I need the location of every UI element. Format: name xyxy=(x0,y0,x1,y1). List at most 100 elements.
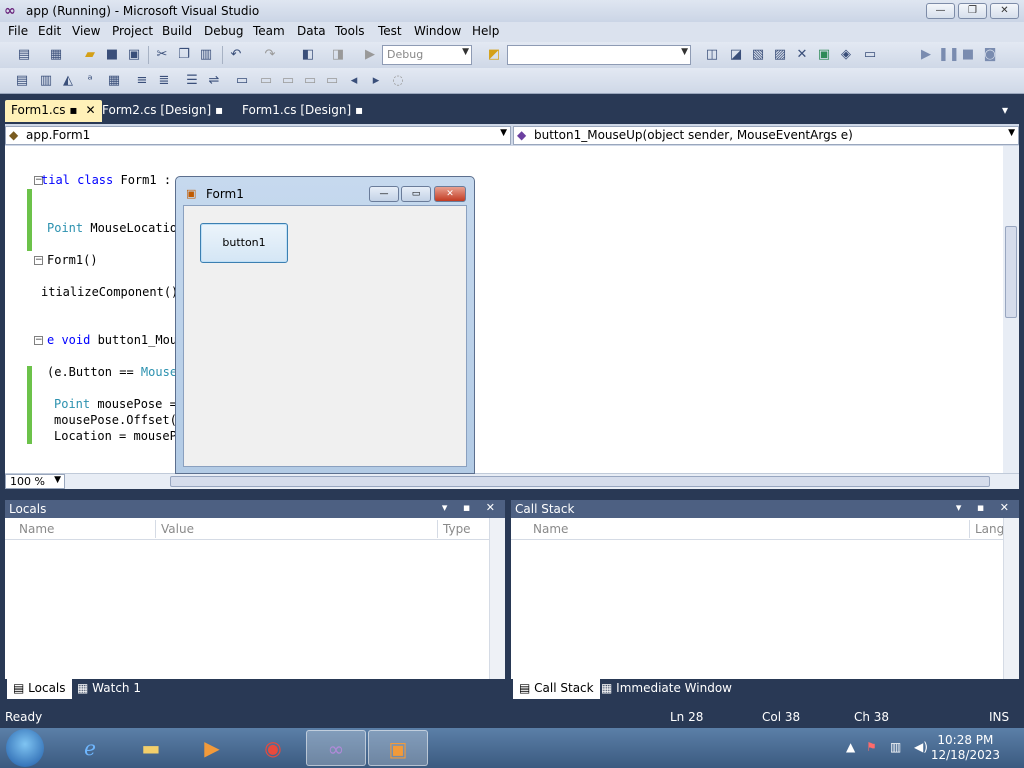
collapse-icon[interactable]: − xyxy=(34,336,43,345)
column-lang[interactable]: Lang xyxy=(975,522,1004,536)
panel-controls[interactable]: ▾ ▪ ✕ xyxy=(956,501,1015,514)
solution-explorer-icon[interactable]: ◫ xyxy=(704,47,720,63)
menu-view[interactable]: View xyxy=(72,24,100,38)
comment-icon[interactable]: ☰ xyxy=(184,73,200,89)
callstack-scrollbar[interactable] xyxy=(1003,518,1019,680)
tab-form1-cs[interactable]: Form1.cs ▪ ✕ xyxy=(5,100,102,122)
continue-icon[interactable]: ▶ xyxy=(918,47,934,63)
pause-icon[interactable]: ❚❚ xyxy=(938,47,960,63)
menu-tools[interactable]: Tools xyxy=(335,24,365,38)
collapse-icon[interactable]: − xyxy=(34,256,43,265)
bookmark-icon[interactable]: ▭ xyxy=(234,73,250,89)
undo-icon[interactable]: ↶ xyxy=(228,47,244,63)
start-page-icon[interactable]: ▣ xyxy=(816,47,832,63)
menu-file[interactable]: File xyxy=(8,24,28,38)
outdent-icon[interactable]: ≣ xyxy=(156,73,172,89)
close-tab-icon[interactable]: ✕ xyxy=(85,103,95,117)
tab-call-stack[interactable]: ▤ Call Stack xyxy=(513,679,600,699)
volume-icon[interactable]: ◀) xyxy=(914,740,928,754)
stop-icon[interactable]: ■ xyxy=(960,47,976,63)
column-value[interactable]: Value xyxy=(161,522,194,536)
quick-info-icon[interactable]: ◭ xyxy=(60,73,76,89)
uncomment-icon[interactable]: ⇌ xyxy=(206,73,222,89)
network-icon[interactable]: ▥ xyxy=(890,740,901,754)
close-button[interactable]: ✕ xyxy=(990,3,1019,19)
tab-watch1[interactable]: ▦ Watch 1 xyxy=(71,679,147,699)
tab-form2-design[interactable]: Form2.cs [Design] ▪ xyxy=(96,100,229,122)
toolbox-icon[interactable]: ▨ xyxy=(772,47,788,63)
code-editor[interactable]: − − − tial class Form1 : Point MouseLoca… xyxy=(5,146,1019,473)
media-player-icon[interactable]: ▶ xyxy=(182,730,242,766)
clear-bookmarks-icon[interactable]: ◌ xyxy=(390,73,406,89)
form-maximize-button[interactable]: ▭ xyxy=(401,186,431,202)
menu-test[interactable]: Test xyxy=(378,24,402,38)
menu-data[interactable]: Data xyxy=(297,24,326,38)
find-in-files-icon[interactable]: ◩ xyxy=(486,47,502,63)
save-icon[interactable]: ■ xyxy=(104,47,120,63)
cut-icon[interactable]: ✂ xyxy=(154,47,170,63)
running-app-taskbar-icon[interactable]: ▣ xyxy=(368,730,428,766)
type-combo[interactable]: ◆ app.Form1 ▼ xyxy=(5,126,511,145)
solution-config-combo[interactable]: Debug ▼ xyxy=(382,45,472,65)
form-close-button[interactable]: ✕ xyxy=(434,186,466,202)
tab-locals[interactable]: ▤ Locals xyxy=(7,679,72,699)
zoom-combo[interactable]: 100 % ▼ xyxy=(5,474,65,489)
internet-explorer-icon[interactable]: ℯ xyxy=(60,730,120,766)
tab-form1-design[interactable]: Form1.cs [Design] ▪ xyxy=(236,100,369,122)
locals-scrollbar[interactable] xyxy=(489,518,505,680)
restart-icon[interactable]: ◙ xyxy=(982,47,998,63)
paste-icon[interactable]: ▥ xyxy=(198,47,214,63)
next-bookmark-folder-icon[interactable]: ▭ xyxy=(324,73,340,89)
next-bookmark-icon[interactable]: ▭ xyxy=(280,73,296,89)
file-explorer-icon[interactable]: ▬ xyxy=(121,730,181,766)
menu-project[interactable]: Project xyxy=(112,24,153,38)
chrome-icon[interactable]: ◉ xyxy=(243,730,303,766)
action-center-icon[interactable]: ⚑ xyxy=(866,740,877,754)
menu-build[interactable]: Build xyxy=(162,24,192,38)
scroll-thumb[interactable] xyxy=(170,476,990,487)
extension-icon[interactable]: ◈ xyxy=(838,47,854,63)
next-bookmark-doc-icon[interactable]: ▸ xyxy=(368,73,384,89)
save-all-icon[interactable]: ▣ xyxy=(126,47,142,63)
menu-team[interactable]: Team xyxy=(253,24,285,38)
decrease-indent-icon[interactable]: ▦ xyxy=(106,73,122,89)
column-name[interactable]: Name xyxy=(19,522,54,536)
menu-edit[interactable]: Edit xyxy=(38,24,61,38)
indent-icon[interactable]: ≡ xyxy=(134,73,150,89)
copy-icon[interactable]: ❐ xyxy=(176,47,192,63)
editor-vertical-scrollbar[interactable] xyxy=(1003,146,1019,473)
complete-word-icon[interactable]: ᵃ xyxy=(82,73,98,89)
panel-controls[interactable]: ▾ ▪ ✕ xyxy=(442,501,501,514)
previous-bookmark-icon[interactable]: ▭ xyxy=(258,73,274,89)
display-object-member-list-icon[interactable]: ▤ xyxy=(14,73,30,89)
start-button[interactable] xyxy=(6,729,44,767)
start-debugging-icon[interactable]: ▶ xyxy=(362,47,378,63)
tab-immediate-window[interactable]: ▦ Immediate Window xyxy=(595,679,738,699)
member-combo[interactable]: ◆ button1_MouseUp(object sender, MouseEv… xyxy=(513,126,1019,145)
navigate-forward-icon[interactable]: ◨ xyxy=(330,47,346,63)
menu-help[interactable]: Help xyxy=(472,24,499,38)
visual-studio-taskbar-icon[interactable]: ∞ xyxy=(306,730,366,766)
tab-overflow-icon[interactable]: ▾ xyxy=(996,100,1014,122)
show-hidden-icons-icon[interactable]: ▲ xyxy=(846,740,855,754)
clock[interactable]: 10:28 PM 12/18/2023 xyxy=(931,733,1000,763)
navigate-backward-icon[interactable]: ◧ xyxy=(300,47,316,63)
scroll-thumb[interactable] xyxy=(1005,226,1017,318)
prev-bookmark-folder-icon[interactable]: ▭ xyxy=(302,73,318,89)
redo-icon[interactable]: ↷ xyxy=(262,47,278,63)
minimize-button[interactable]: — xyxy=(926,3,955,19)
window-layout-icon[interactable]: ▭ xyxy=(862,47,878,63)
find-combo[interactable]: ▼ xyxy=(507,45,691,65)
menu-debug[interactable]: Debug xyxy=(204,24,243,38)
editor-horizontal-scrollbar[interactable]: 100 % ▼ xyxy=(5,473,1019,489)
tools-icon[interactable]: ✕ xyxy=(794,47,810,63)
form1-window[interactable]: ▣ Form1 — ▭ ✕ button1 xyxy=(175,176,475,474)
new-project-icon[interactable]: ▤ xyxy=(16,47,32,63)
parameter-info-icon[interactable]: ▥ xyxy=(38,73,54,89)
menu-window[interactable]: Window xyxy=(414,24,461,38)
maximize-button[interactable]: ❐ xyxy=(958,3,987,19)
object-browser-icon[interactable]: ▧ xyxy=(750,47,766,63)
button1[interactable]: button1 xyxy=(200,223,288,263)
prev-bookmark-doc-icon[interactable]: ◂ xyxy=(346,73,362,89)
properties-icon[interactable]: ◪ xyxy=(728,47,744,63)
